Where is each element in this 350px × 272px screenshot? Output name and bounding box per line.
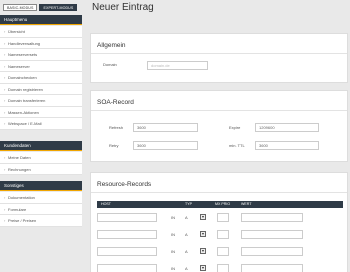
rr-type-value: A xyxy=(185,266,188,271)
rr-in-label: IN xyxy=(171,249,175,254)
rr-host-input[interactable] xyxy=(97,213,157,222)
nav-list-hauptmenu: › Übersicht › Handleverwaltung › Nameserver… xyxy=(0,26,82,130)
sidebar-item-nameserversets[interactable]: › Nameserversets xyxy=(0,49,82,61)
chevron-down-icon[interactable]: ▼ xyxy=(200,248,206,254)
card-soa: SOA-Record Refresh 3600 Expire 1209600 R… xyxy=(90,90,348,162)
rr-mxprio-input[interactable] xyxy=(217,213,229,222)
chevron-right-icon: › xyxy=(4,109,6,115)
sidebar: BASIC-MODUS EXPERT-MODUS Hauptmenu › Über… xyxy=(0,0,82,272)
section-hauptmenu[interactable]: Hauptmenu xyxy=(0,15,82,25)
rr-mxprio-input[interactable] xyxy=(217,230,229,239)
rr-header-host: HOST xyxy=(101,202,111,206)
rr-type-value: A xyxy=(185,232,188,237)
sidebar-item-preise[interactable]: › Preise / Preisen xyxy=(0,215,82,227)
chevron-right-icon: › xyxy=(4,98,6,103)
chevron-right-icon: › xyxy=(4,40,6,46)
rr-table-header: HOST TYP MX PRIO WERT xyxy=(97,201,343,208)
chevron-down-icon[interactable]: ▼ xyxy=(200,231,206,237)
table-row: IN A ▼ xyxy=(97,246,343,258)
rr-in-label: IN xyxy=(171,215,175,220)
rr-header-wert: WERT xyxy=(241,202,252,206)
rr-header-mxprio: MX PRIO xyxy=(215,202,231,206)
rr-header-typ: TYP xyxy=(185,202,192,206)
chevron-down-icon[interactable]: ▼ xyxy=(200,265,206,271)
chevron-right-icon: › xyxy=(4,121,6,126)
minttl-label: min. TTL xyxy=(229,143,245,148)
chevron-right-icon: › xyxy=(4,195,6,200)
card-title-allgemein: Allgemein xyxy=(91,34,347,54)
sidebar-item-domain-transferieren[interactable]: › Domain transferieren xyxy=(0,95,82,107)
sidebar-item-uebersicht[interactable]: › Übersicht xyxy=(0,26,82,38)
sidebar-item-handleverwaltung[interactable]: › Handleverwaltung xyxy=(0,38,82,49)
sidebar-item-meine-daten[interactable]: › Meine Daten xyxy=(0,152,82,164)
table-row: IN A ▼ xyxy=(97,229,343,241)
chevron-right-icon: › xyxy=(4,52,6,57)
rr-wert-input[interactable] xyxy=(241,230,303,239)
page-title: Neuer Eintrag xyxy=(92,2,154,13)
sidebar-item-nameserver[interactable]: › Nameserver xyxy=(0,61,82,72)
retry-label: Retry xyxy=(109,143,119,148)
sidebar-item-domainchecken[interactable]: › Domainchecken xyxy=(0,72,82,84)
rr-wert-input[interactable] xyxy=(241,264,303,272)
sidebar-item-webspace[interactable]: › Webspace / E-Mail xyxy=(0,118,82,130)
refresh-label: Refresh xyxy=(109,125,124,130)
chevron-right-icon: › xyxy=(4,86,6,92)
expire-input[interactable]: 1209600 xyxy=(255,123,319,132)
card-allgemein: Allgemein Domain domain.de xyxy=(90,33,348,83)
nav-list-sonstiges: › Dokumentation › Formulare › Preise / Prei… xyxy=(0,192,82,227)
section-kundendaten[interactable]: Kundendaten xyxy=(0,141,82,151)
chevron-right-icon: › xyxy=(4,75,6,80)
chevron-right-icon: › xyxy=(4,155,6,160)
rr-wert-input[interactable] xyxy=(241,247,303,256)
rr-type-value: A xyxy=(185,249,188,254)
chevron-right-icon: › xyxy=(4,206,6,212)
sidebar-item-rechnungen[interactable]: › Rechnungen xyxy=(0,164,82,175)
chevron-down-icon[interactable]: ▼ xyxy=(200,214,206,220)
card-resource-records: Resource-Records HOST TYP MX PRIO WERT I… xyxy=(90,172,348,272)
rr-type-value: A xyxy=(185,215,188,220)
domain-label: Domain xyxy=(103,62,117,67)
sidebar-item-massen-aktionen[interactable]: › Massen-Aktionen xyxy=(0,107,82,118)
card-title-rr: Resource-Records xyxy=(91,173,347,193)
rr-mxprio-input[interactable] xyxy=(217,247,229,256)
sidebar-item-dokumentation[interactable]: › Dokumentation xyxy=(0,192,82,204)
rr-host-input[interactable] xyxy=(97,230,157,239)
chevron-right-icon: › xyxy=(4,166,6,172)
chevron-right-icon: › xyxy=(4,63,6,69)
card-title-soa: SOA-Record xyxy=(91,91,347,111)
main-content: Neuer Eintrag Allgemein Domain domain.de… xyxy=(86,0,350,272)
table-row: IN A ▼ xyxy=(97,212,343,224)
nav-list-kundendaten: › Meine Daten › Rechnungen xyxy=(0,152,82,175)
sidebar-item-domain-registrieren[interactable]: › Domain registrieren xyxy=(0,84,82,95)
rr-in-label: IN xyxy=(171,232,175,237)
rr-host-input[interactable] xyxy=(97,264,157,272)
minttl-input[interactable]: 3600 xyxy=(255,141,319,150)
retry-input[interactable]: 3600 xyxy=(133,141,198,150)
chevron-right-icon: › xyxy=(4,218,6,223)
chevron-right-icon: › xyxy=(4,29,6,34)
table-row: IN A ▼ xyxy=(97,263,343,272)
basic-mode-button[interactable]: BASIC-MODUS xyxy=(3,4,38,11)
rr-host-input[interactable] xyxy=(97,247,157,256)
domain-input[interactable]: domain.de xyxy=(147,61,208,70)
mode-switch: BASIC-MODUS EXPERT-MODUS xyxy=(3,4,78,11)
expire-label: Expire xyxy=(229,125,241,130)
refresh-input[interactable]: 3600 xyxy=(133,123,198,132)
rr-in-label: IN xyxy=(171,266,175,271)
expert-mode-button[interactable]: EXPERT-MODUS xyxy=(39,4,78,11)
rr-wert-input[interactable] xyxy=(241,213,303,222)
section-sonstiges[interactable]: Sonstiges xyxy=(0,181,82,191)
rr-mxprio-input[interactable] xyxy=(217,264,229,272)
sidebar-item-formulare[interactable]: › Formulare xyxy=(0,204,82,215)
